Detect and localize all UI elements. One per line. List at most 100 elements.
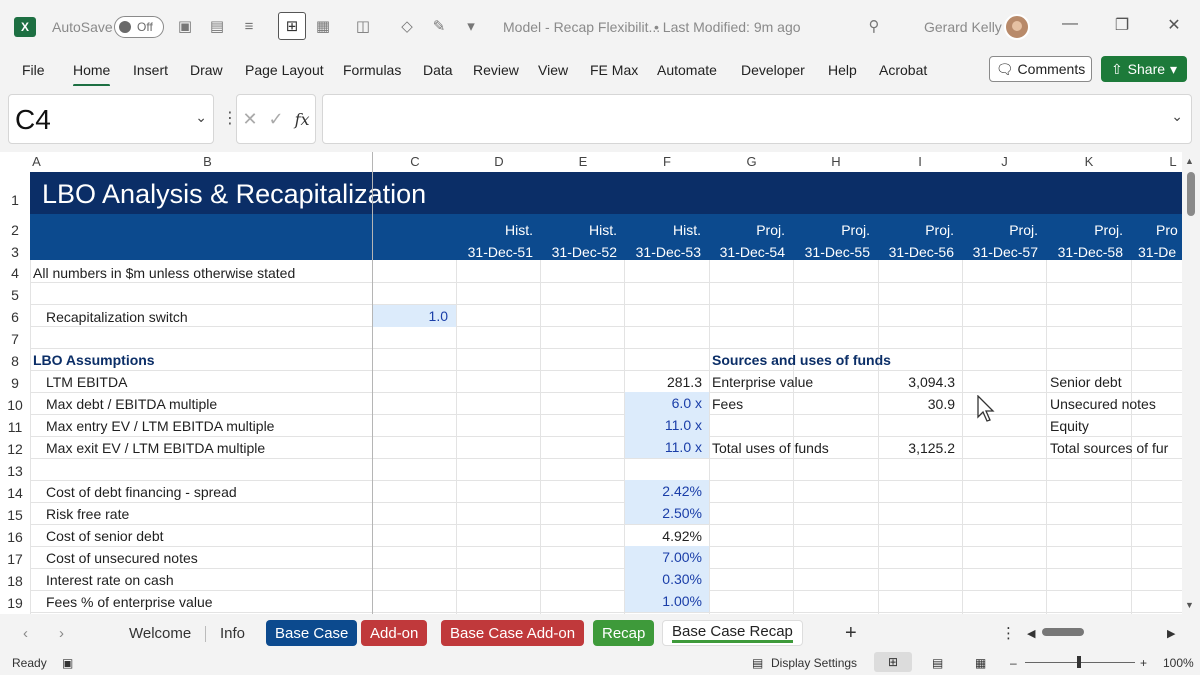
document-title[interactable]: Model - Recap Flexibilit... [503,0,660,54]
tab-insert[interactable]: Insert [133,62,168,78]
sources-label[interactable]: Equity [1050,415,1089,437]
avatar[interactable] [1004,14,1030,40]
row-header[interactable]: 19 [0,595,30,611]
worksheet-grid[interactable]: A B C D E F G H I J K L 1 2 3 4 5 6 7 8 … [0,152,1182,614]
vertical-scrollbar[interactable]: ▲ ▼ [1182,152,1200,614]
enter-icon[interactable]: ✓ [269,109,284,130]
column-header-j[interactable]: J [962,152,1047,172]
tab-view[interactable]: View [538,62,568,78]
column-header-g[interactable]: G [709,152,794,172]
sheet-tab-base-case[interactable]: Base Case [266,620,358,646]
tab-automate[interactable]: Automate [657,62,717,78]
row-header[interactable]: 9 [0,375,30,391]
display-settings-icon[interactable]: ▤ [752,656,763,670]
assumption-label[interactable]: Max exit EV / LTM EBITDA multiple [46,437,265,459]
sheet-title[interactable]: LBO Analysis & Recapitalization [42,179,426,210]
recap-switch-input[interactable]: 1.0 [373,305,456,327]
uses-value[interactable]: 30.9 [878,393,962,415]
row-header[interactable]: 17 [0,551,30,567]
uses-value[interactable]: 3,094.3 [878,371,962,393]
row-header[interactable]: 11 [0,419,30,435]
period-date[interactable]: 31-Dec-56 [878,244,954,260]
camera-icon[interactable]: ▣ [174,15,196,37]
column-header-c[interactable]: C [373,152,457,172]
horizontal-scrollbar-thumb[interactable] [1042,628,1084,636]
sheet-tab-base-case-add-on[interactable]: Base Case Add-on [441,620,585,646]
recap-switch-label[interactable]: Recapitalization switch [46,306,188,328]
minimize-icon[interactable]: — [1058,15,1082,33]
assumption-input[interactable]: 2.42% [625,480,709,502]
column-header-l[interactable]: L [1131,152,1182,172]
scroll-tabs-left-icon[interactable]: ‹ [14,620,37,646]
expand-formula-icon[interactable]: ⌄ [1171,108,1183,125]
chevron-down-icon[interactable]: ⌄ [195,109,207,126]
tab-help[interactable]: Help [828,62,857,78]
scroll-down-icon[interactable]: ▼ [1185,600,1194,610]
zoom-level[interactable]: 100% [1163,656,1194,670]
display-settings-label[interactable]: Display Settings [771,656,857,670]
last-modified[interactable]: • Last Modified: 9m ago [654,0,801,54]
assumption-label[interactable]: Cost of senior debt [46,525,164,547]
row-header[interactable]: 1 [0,192,30,208]
row-header[interactable]: 10 [0,397,30,413]
lbo-assumptions-header[interactable]: LBO Assumptions [33,349,155,371]
sources-label[interactable]: Unsecured notes [1050,393,1156,415]
tab-page-layout[interactable]: Page Layout [245,62,324,78]
assumption-label[interactable]: Max entry EV / LTM EBITDA multiple [46,415,274,437]
page-layout-view-icon[interactable]: ▤ [932,656,943,670]
period-type[interactable]: Proj. [1047,222,1123,238]
period-type[interactable]: Proj. [878,222,954,238]
tab-home[interactable]: Home [73,62,111,87]
period-type[interactable]: Proj. [794,222,870,238]
sheet-tab-welcome[interactable]: Welcome [120,620,200,646]
cancel-icon[interactable]: ✕ [242,109,257,130]
tab-file[interactable]: File [22,62,45,78]
zoom-in-icon[interactable]: + [1140,656,1147,670]
period-date[interactable]: 31-Dec-57 [962,244,1038,260]
comments-button[interactable]: 🗨 Comments [989,56,1092,82]
period-date[interactable]: 31-Dec-54 [709,244,785,260]
form-icon[interactable]: ▤ [206,15,228,37]
row-header[interactable]: 13 [0,463,30,479]
chevron-down-icon[interactable]: ▾ [1170,61,1177,78]
period-type[interactable]: Hist. [457,222,533,238]
column-header-h[interactable]: H [794,152,878,172]
units-note[interactable]: All numbers in $m unless otherwise state… [33,262,295,284]
tab-acrobat[interactable]: Acrobat [879,62,927,78]
assumption-label[interactable]: Risk free rate [46,503,129,525]
sheet-tab-recap[interactable]: Recap [593,620,655,646]
normal-view-icon[interactable]: ⊞ [874,652,912,672]
restore-icon[interactable]: ❐ [1110,15,1134,35]
period-date[interactable]: 31-Dec-58 [1047,244,1123,260]
column-header-e[interactable]: E [541,152,625,172]
period-date[interactable]: 31-Dec-52 [541,244,617,260]
period-type[interactable]: Pro [1131,222,1182,238]
page-break-view-icon[interactable]: ▦ [975,656,986,670]
column-header-b[interactable]: B [43,152,372,172]
zoom-slider-thumb[interactable] [1077,656,1081,668]
tab-fe-max[interactable]: FE Max [590,62,638,78]
eraser-icon[interactable]: ◇ [396,15,418,37]
period-type[interactable]: Proj. [709,222,785,238]
uses-label[interactable]: Enterprise value [712,371,813,393]
period-date[interactable]: 31-Dec-55 [794,244,870,260]
tab-formulas[interactable]: Formulas [343,62,401,78]
row-header[interactable]: 6 [0,309,30,325]
period-date[interactable]: 31-Dec-51 [457,244,533,260]
period-date[interactable]: 31-De [1131,244,1182,260]
add-sheet-icon[interactable]: + [836,620,866,646]
assumption-input[interactable]: 11.0 x [625,436,709,458]
tab-developer[interactable]: Developer [741,62,805,78]
assumption-input[interactable]: 6.0 x [625,392,709,414]
sources-label[interactable]: Total sources of fur [1050,437,1182,459]
scrollbar-thumb[interactable] [1187,172,1195,216]
hscroll-right-icon[interactable]: ▶ [1158,620,1184,646]
period-type[interactable]: Hist. [625,222,701,238]
scroll-up-icon[interactable]: ▲ [1185,156,1194,166]
row-header[interactable]: 15 [0,507,30,523]
freeze-icon[interactable]: ▦ [312,15,334,37]
assumption-input[interactable]: 2.50% [625,502,709,524]
formula-input[interactable]: ⌄ [322,94,1192,144]
sheet-tab-info[interactable]: Info [211,620,254,646]
assumption-label[interactable]: LTM EBITDA [46,371,127,393]
